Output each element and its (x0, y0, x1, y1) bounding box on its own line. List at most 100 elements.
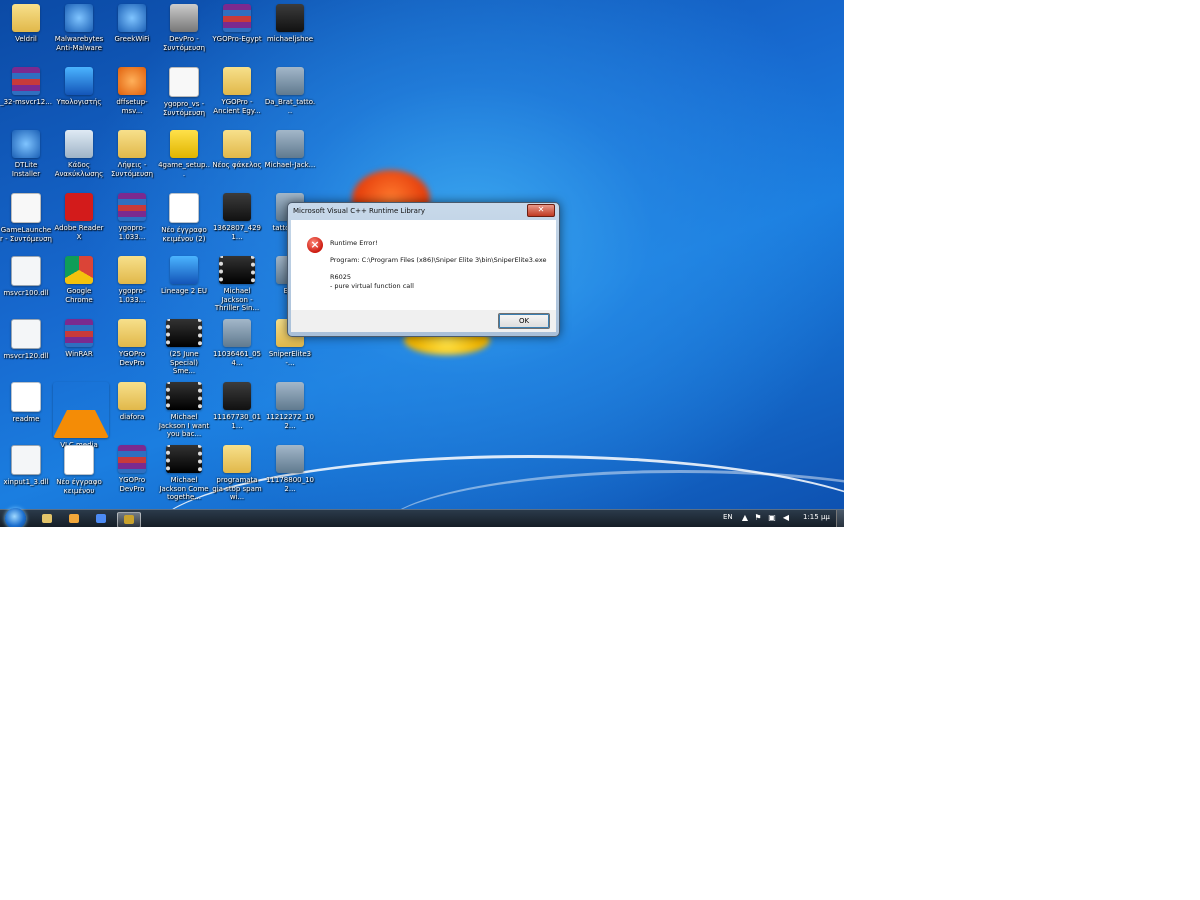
media-player-icon (69, 514, 79, 523)
film-icon (166, 445, 202, 473)
gray-icon (170, 4, 198, 32)
error-detail: - pure virtual function call (330, 282, 414, 290)
desktop-icon[interactable]: Adobe Reader X (53, 193, 105, 241)
desktop-icon[interactable]: YGOPro - Ancient Egy... (211, 67, 263, 115)
desktop-icon-label: msvcr120.dll (3, 352, 49, 360)
desktop-icon[interactable]: ygopro-1.033... (106, 256, 158, 304)
desktop-icon[interactable]: Da_Brat_tatto... (264, 67, 316, 115)
desktop-icon[interactable]: GameLauncher - Συντόμευση (0, 193, 52, 243)
desktop-icon[interactable]: msvcr100.dll (0, 256, 52, 298)
doc-icon (169, 193, 199, 223)
desktop-icon[interactable]: Υπολογιστής (53, 67, 105, 107)
desktop-icon[interactable]: Κάδος Ανακύκλωσης (53, 130, 105, 178)
desktop-icon-label: Michael Jackson - Thriller Sin... (214, 287, 260, 312)
white-icon (11, 193, 41, 223)
show-desktop-button[interactable] (836, 510, 844, 527)
desktop-icon[interactable]: readme (0, 382, 52, 424)
error-heading: Runtime Error! (330, 239, 378, 247)
desktop-icon[interactable]: programata gia stop spam wi... (211, 445, 263, 502)
desktop-icon[interactable]: YGOPro DevPro (106, 319, 158, 367)
desktop-icon-label: Da_Brat_tatto... (264, 98, 316, 115)
folder-icon (12, 4, 40, 32)
taskbar-chrome-button[interactable] (90, 512, 112, 526)
blue-icon (12, 130, 40, 158)
desktop-icon-label: (25 June Special) Sme... (169, 350, 199, 375)
desktop-icon-label: diafora (119, 413, 145, 421)
desktop-icon[interactable]: Michael-Jack... (264, 130, 316, 170)
desktop-icon[interactable]: 11178800_102... (264, 445, 316, 493)
desktop-icon[interactable]: Michael Jackson I want you bac... (158, 382, 210, 439)
desktop-icon[interactable]: 11036461_054... (211, 319, 263, 367)
red-icon (65, 193, 93, 221)
desktop-icon-label: xinput1_3.dll (3, 478, 49, 486)
desktop-icon[interactable]: Νέο έγγραφο κειμένου (2) (158, 193, 210, 243)
desktop-icon[interactable]: diafora (106, 382, 158, 422)
desktop-icon-label: 1362807_4291... (212, 224, 262, 241)
taskbar-media-player-button[interactable] (63, 512, 85, 526)
desktop-icon[interactable]: Google Chrome (53, 256, 105, 304)
folder-icon (118, 319, 146, 347)
action-center-flag-icon[interactable]: ⚑ (754, 514, 762, 522)
desktop-icon-label: dffsetup-msv... (116, 98, 148, 115)
desktop-icon[interactable]: DTLite Installer (0, 130, 52, 178)
desktop-icon[interactable]: Lineage 2 EU (158, 256, 210, 296)
cyan-icon (65, 67, 93, 95)
desktop-icon-label: Κάδος Ανακύκλωσης (54, 161, 104, 178)
desktop-icon[interactable]: DevPro - Συντόμευση (158, 4, 210, 52)
volume-icon[interactable]: ◀ (782, 514, 790, 522)
desktop-icon[interactable]: 4game_setup... (158, 130, 210, 178)
desktop-icon[interactable]: dffsetup-msv... (106, 67, 158, 115)
desktop-icon[interactable]: msvcr120.dll (0, 319, 52, 361)
dark-icon (223, 382, 251, 410)
desktop-icon-label: Malwarebytes Anti-Malware (54, 35, 104, 52)
dialog-close-button[interactable]: ✕ (527, 204, 555, 217)
dialog-title: Microsoft Visual C++ Runtime Library (293, 207, 425, 215)
show-hidden-icons-icon[interactable]: ▲ (741, 514, 749, 522)
desktop-icon[interactable]: michaeljshoe (264, 4, 316, 44)
desktop-icon[interactable]: 1362807_4291... (211, 193, 263, 241)
desktop-icon-label: Michael-Jack... (264, 161, 316, 169)
desktop-icon[interactable]: Michael Jackson - Thriller Sin... (211, 256, 263, 313)
chrome-icon (65, 256, 93, 284)
clock[interactable]: 1:15 μμ (803, 513, 830, 521)
ok-button[interactable]: OK (498, 313, 550, 329)
blue-icon (118, 4, 146, 32)
desktop-icon[interactable]: ygopro-1.033... (106, 193, 158, 241)
desktop-icon[interactable]: Νέο έγγραφο κειμένου (53, 445, 105, 495)
taskbar-explorer-button[interactable] (36, 512, 58, 526)
network-icon[interactable]: ▣ (768, 514, 776, 522)
taskbar: EN ▲ ⚑ ▣ ◀ 1:15 μμ (0, 508, 844, 527)
desktop-icon[interactable]: WinRAR (53, 319, 105, 359)
desktop-icon[interactable]: Νέος φάκελος (211, 130, 263, 170)
desktop-icon[interactable]: ygopro_vs - Συντόμευση (158, 67, 210, 117)
runtime-error-dialog: Microsoft Visual C++ Runtime Library ✕ ×… (287, 202, 560, 337)
language-indicator[interactable]: EN (723, 513, 733, 521)
desktop-icon[interactable]: _32-msvcr12... (0, 67, 52, 107)
dialog-titlebar[interactable]: Microsoft Visual C++ Runtime Library ✕ (288, 203, 559, 220)
taskbar-winrar-button[interactable] (117, 512, 141, 527)
desktop-icon[interactable]: Veldril (0, 4, 52, 44)
desktop-icon[interactable]: (25 June Special) Sme... (158, 319, 210, 376)
error-program-path: Program: C:\Program Files (x86)\Sniper E… (330, 256, 547, 264)
desktop-icon-label: WinRAR (65, 350, 93, 358)
desktop-icon-label: YGOPro-Egypt (212, 35, 262, 43)
desktop-icon[interactable]: Michael Jackson Come togethe... (158, 445, 210, 502)
desktop-icon-label: 11212272_102... (265, 413, 315, 430)
desktop-icon[interactable]: Malwarebytes Anti-Malware (53, 4, 105, 52)
desktop-icon[interactable]: YGOPro-Egypt (211, 4, 263, 44)
desktop-icon[interactable]: YGOPro DevPro (106, 445, 158, 493)
desktop-icon[interactable]: GreekWiFi (106, 4, 158, 44)
desktop-icon[interactable]: xinput1_3.dll (0, 445, 52, 487)
desktop-icon[interactable]: Λήψεις - Συντόμευση (106, 130, 158, 178)
desktop-icon-label: 4game_setup... (158, 161, 210, 178)
desktop-icon-label: 11036461_054... (212, 350, 262, 367)
desktop-icon-label: DevPro - Συντόμευση (162, 35, 206, 52)
doc-icon (11, 382, 41, 412)
desktop-icon-label: GameLauncher - Συντόμευση (0, 226, 52, 243)
desktop-icon[interactable]: 11212272_102... (264, 382, 316, 430)
desktop-icon-label: Lineage 2 EU (160, 287, 208, 295)
folder-icon (118, 382, 146, 410)
desktop-icon[interactable]: 11167730_011... (211, 382, 263, 430)
start-button[interactable] (5, 508, 26, 527)
desktop-icon-label: ygopro-1.033... (118, 287, 146, 304)
